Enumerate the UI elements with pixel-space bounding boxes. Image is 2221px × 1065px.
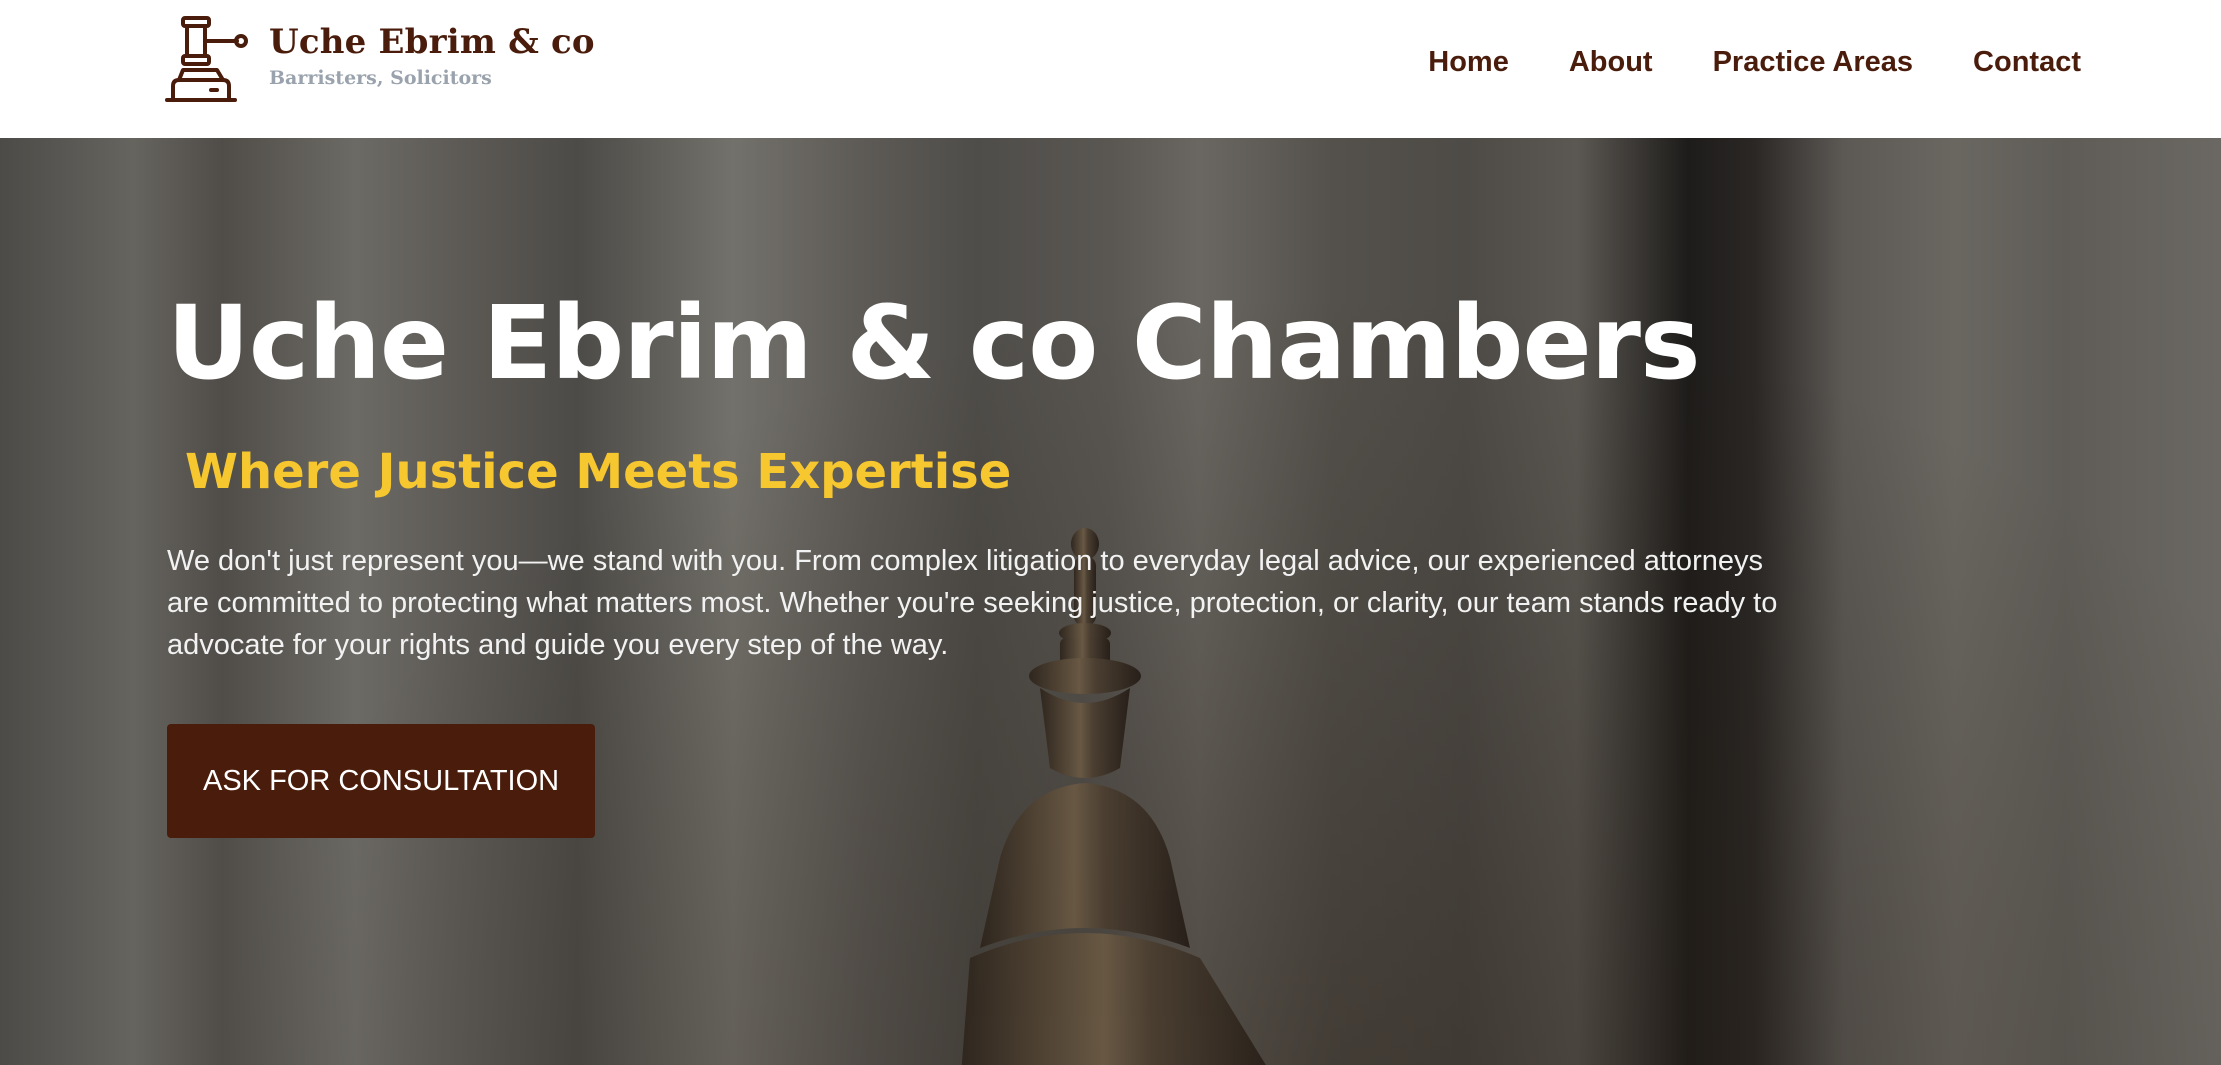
nav-practice-areas[interactable]: Practice Areas [1713, 40, 1913, 84]
logo[interactable]: Uche Ebrim & co Barristers, Solicitors [165, 16, 595, 106]
nav-contact[interactable]: Contact [1973, 40, 2081, 84]
nav-about[interactable]: About [1569, 40, 1653, 84]
hero-section: Uche Ebrim & co Chambers Where Justice M… [0, 138, 2221, 1065]
site-header: Uche Ebrim & co Barristers, Solicitors H… [0, 0, 2221, 138]
hero-content: Uche Ebrim & co Chambers Where Justice M… [167, 284, 1867, 839]
brand-tagline: Barristers, Solicitors [269, 67, 492, 90]
gavel-icon [165, 16, 248, 102]
hero-title: Uche Ebrim & co Chambers [167, 284, 1701, 403]
brand-name: Uche Ebrim & co [269, 22, 595, 62]
main-nav: Home About Practice Areas Contact [1428, 40, 2081, 84]
hero-description: We don't just represent you—we stand wit… [167, 545, 1778, 662]
ask-consultation-button[interactable]: ASK FOR CONSULTATION [167, 724, 596, 839]
hero-subtitle: Where Justice Meets Expertise [185, 444, 1012, 501]
logo-text: Uche Ebrim & co Barristers, Solicitors [269, 22, 595, 90]
nav-home[interactable]: Home [1428, 40, 1509, 84]
